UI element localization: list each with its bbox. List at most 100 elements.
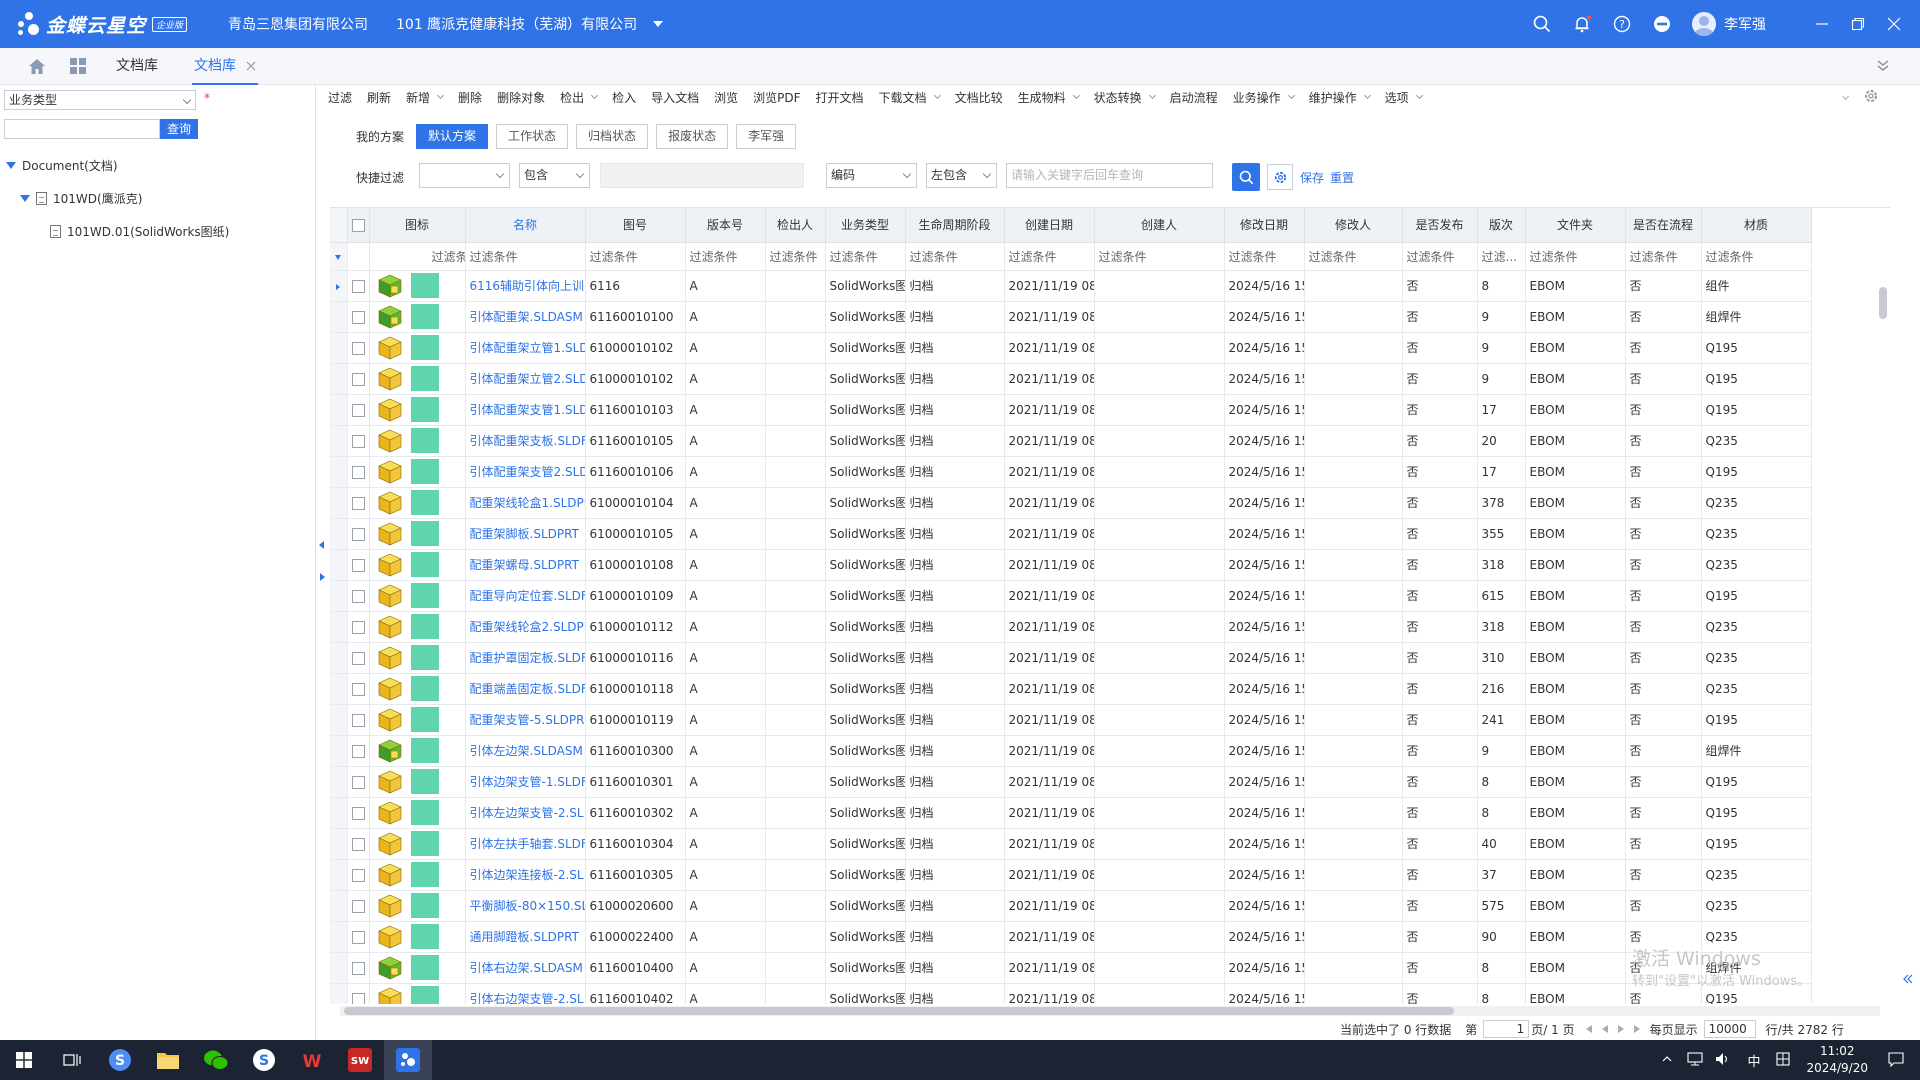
row-checkbox[interactable] — [351, 744, 365, 758]
row-checkbox[interactable] — [351, 837, 365, 851]
doc-name-link[interactable]: 配重架线轮盒2.SLDPI — [465, 611, 586, 643]
table-row[interactable]: 配重架脚板.SLDPRT61000010105ASolidWorks图纸归档20… — [330, 518, 1812, 550]
doc-name-link[interactable]: 引体配重架立管1.SLD — [465, 332, 586, 364]
column-header[interactable]: 检出人 — [765, 208, 826, 243]
filter-cell[interactable]: 过滤条件 — [825, 242, 906, 271]
collapse-tabs-icon[interactable] — [1876, 58, 1890, 75]
windows-start-icon[interactable] — [0, 1040, 48, 1080]
chevron-down-icon[interactable] — [1148, 91, 1156, 100]
column-header[interactable]: 版次 — [1477, 208, 1526, 243]
per-page-select[interactable]: 10000 — [1703, 1020, 1756, 1038]
row-checkbox[interactable] — [351, 403, 365, 417]
row-checkbox[interactable] — [351, 279, 365, 293]
row-checkbox[interactable] — [351, 930, 365, 944]
bell-icon[interactable] — [1571, 13, 1593, 35]
filter-cell[interactable]: 过滤条件 — [685, 242, 766, 271]
toolbar-button[interactable]: 状态转换 — [1094, 89, 1156, 106]
column-header[interactable]: 材质 — [1701, 208, 1812, 243]
row-checkbox[interactable] — [351, 496, 365, 510]
filter-cell[interactable]: 过滤条件 — [465, 242, 586, 271]
doc-name-link[interactable]: 引体左扶手轴套.SLDF — [465, 828, 586, 860]
keyword-input[interactable]: 请输入关键字后回车查询 — [1006, 163, 1213, 188]
business-type-select[interactable]: 业务类型 — [4, 90, 196, 110]
network-icon[interactable] — [1687, 1051, 1704, 1069]
table-row[interactable]: 引体配重架立管2.SLD61000010102ASolidWorks图纸归档20… — [330, 363, 1812, 395]
doc-name-link[interactable]: 引体配重架.SLDASM — [465, 301, 586, 333]
toolbar-button[interactable]: 检出 — [560, 89, 599, 106]
scroll-thumb[interactable] — [1879, 287, 1887, 319]
doc-name-link[interactable]: 通用脚蹬板.SLDPRT — [465, 921, 586, 953]
doc-name-link[interactable]: 引体边架连接板-2.SL — [465, 859, 586, 891]
table-row[interactable]: 配重架线轮盒2.SLDPI61000010112ASolidWorks图纸归档2… — [330, 611, 1812, 643]
doc-name-link[interactable]: 配重导向定位套.SLDF — [465, 580, 586, 612]
query-button[interactable]: 查询 — [160, 119, 198, 139]
tab-doc-library-active[interactable]: 文档库 — [184, 48, 266, 85]
filter-cell[interactable]: 过滤条件 — [1004, 242, 1095, 271]
table-row[interactable]: 引体边架支管-1.SLDF61160010301ASolidWorks图纸归档2… — [330, 766, 1812, 798]
collapse-left-icon[interactable] — [319, 541, 324, 549]
column-header[interactable]: 是否在流程 — [1625, 208, 1702, 243]
toolbar-button[interactable]: 文档比较 — [955, 89, 1003, 106]
sogou-browser-icon[interactable]: S — [240, 1040, 288, 1080]
chevron-down-icon[interactable] — [1072, 91, 1080, 100]
filter-cell[interactable]: 过滤条件 — [1701, 242, 1812, 271]
toolbar-button[interactable]: 过滤 — [328, 89, 352, 106]
doc-name-link[interactable]: 引体配重架支管2.SLD — [465, 456, 586, 488]
solidworks-icon[interactable]: SW — [336, 1040, 384, 1080]
save-filter-link[interactable]: 保存 — [1300, 169, 1324, 186]
org-unit-switcher[interactable]: 101 鹰派克健康科技（芜湖）有限公司 — [396, 14, 637, 34]
table-row[interactable]: 配重导向定位套.SLDF61000010109ASolidWorks图纸归档20… — [330, 580, 1812, 612]
column-header[interactable]: 生命周期阶段 — [905, 208, 1005, 243]
clock[interactable]: 11:02 2024/9/20 — [1806, 1043, 1868, 1077]
filter-cell[interactable]: 过滤条件 — [1094, 242, 1225, 271]
row-checkbox[interactable] — [351, 341, 365, 355]
toolbar-button[interactable]: 浏览 — [714, 89, 738, 106]
table-row[interactable]: 平衡脚板-80×150.SL61000020600A SolidWorks图纸归档… — [330, 890, 1812, 922]
table-row[interactable]: 引体配重架立管1.SLD61000010102ASolidWorks图纸归档20… — [330, 332, 1812, 364]
table-row[interactable]: 引体配重架支管1.SLD61160010103ASolidWorks图纸归档20… — [330, 394, 1812, 426]
chevron-down-icon[interactable] — [437, 91, 445, 100]
last-page-icon[interactable] — [1633, 1025, 1640, 1033]
doc-name-link[interactable]: 配重架支管-5.SLDPR — [465, 704, 586, 736]
restore-icon[interactable] — [1840, 0, 1876, 48]
search-field-select[interactable]: 编码 — [826, 163, 917, 188]
filter-cell[interactable]: 过滤条件 — [1402, 242, 1478, 271]
filter-cell[interactable]: 过滤条件 — [585, 242, 686, 271]
ime-grid-icon[interactable] — [1776, 1051, 1791, 1069]
user-name[interactable]: 李军强 — [1724, 14, 1766, 34]
minimize-icon[interactable] — [1804, 0, 1840, 48]
org-switcher[interactable]: 青岛三恩集团有限公司 — [228, 14, 368, 34]
toolbar-button[interactable]: 删除对象 — [497, 89, 545, 106]
filter-cell[interactable]: 过滤条件 — [369, 242, 466, 271]
wechat-icon[interactable] — [192, 1040, 240, 1080]
home-icon[interactable] — [26, 55, 48, 77]
toolbar-button[interactable]: 导入文档 — [651, 89, 699, 106]
tree-node-document[interactable]: Document(文档) — [6, 157, 118, 174]
doc-name-link[interactable]: 引体左边架.SLDASM — [465, 735, 586, 767]
row-checkbox[interactable] — [351, 558, 365, 572]
doc-name-link[interactable]: 引体右边架.SLDASM — [465, 952, 586, 984]
table-row[interactable]: 配重护罩固定板.SLDF61000010116ASolidWorks图纸归档20… — [330, 642, 1812, 674]
doc-name-link[interactable]: 引体配重架支板.SLDF — [465, 425, 586, 457]
filter-cell[interactable]: 过滤条件 — [765, 242, 826, 271]
doc-name-link[interactable]: 引体配重架立管2.SLD — [465, 363, 586, 395]
wps-office-icon[interactable]: W — [288, 1040, 336, 1080]
filter-cell[interactable]: 过滤条件 — [905, 242, 1005, 271]
table-row[interactable]: 引体配重架.SLDASM61160010100ASolidWorks图纸归档20… — [330, 301, 1812, 333]
doc-name-link[interactable]: 配重端盖固定板.SLDF — [465, 673, 586, 705]
page-input[interactable]: 1 — [1483, 1020, 1530, 1038]
chevron-down-icon[interactable] — [1287, 91, 1295, 100]
toolbar-button[interactable]: 刷新 — [367, 89, 391, 106]
kingdee-app-icon[interactable] — [384, 1040, 432, 1080]
table-row[interactable]: 引体边架连接板-2.SL61160010305ASolidWorks图纸归档20… — [330, 859, 1812, 891]
doc-name-link[interactable]: 引体边架支管-1.SLDF — [465, 766, 586, 798]
column-header[interactable]: 图号 — [585, 208, 686, 243]
apps-grid-icon[interactable] — [67, 55, 89, 77]
filter-cell[interactable]: 过滤... — [1477, 242, 1526, 271]
doc-name-link[interactable]: 配重架脚板.SLDPRT — [465, 518, 586, 550]
scheme-scrapped[interactable]: 报废状态 — [656, 124, 729, 149]
table-row[interactable]: 配重架线轮盒1.SLDPI61000010104ASolidWorks图纸归档2… — [330, 487, 1812, 519]
prev-page-icon[interactable] — [1601, 1025, 1608, 1033]
select-all-checkbox[interactable] — [351, 218, 365, 232]
search-icon[interactable] — [1531, 13, 1553, 35]
